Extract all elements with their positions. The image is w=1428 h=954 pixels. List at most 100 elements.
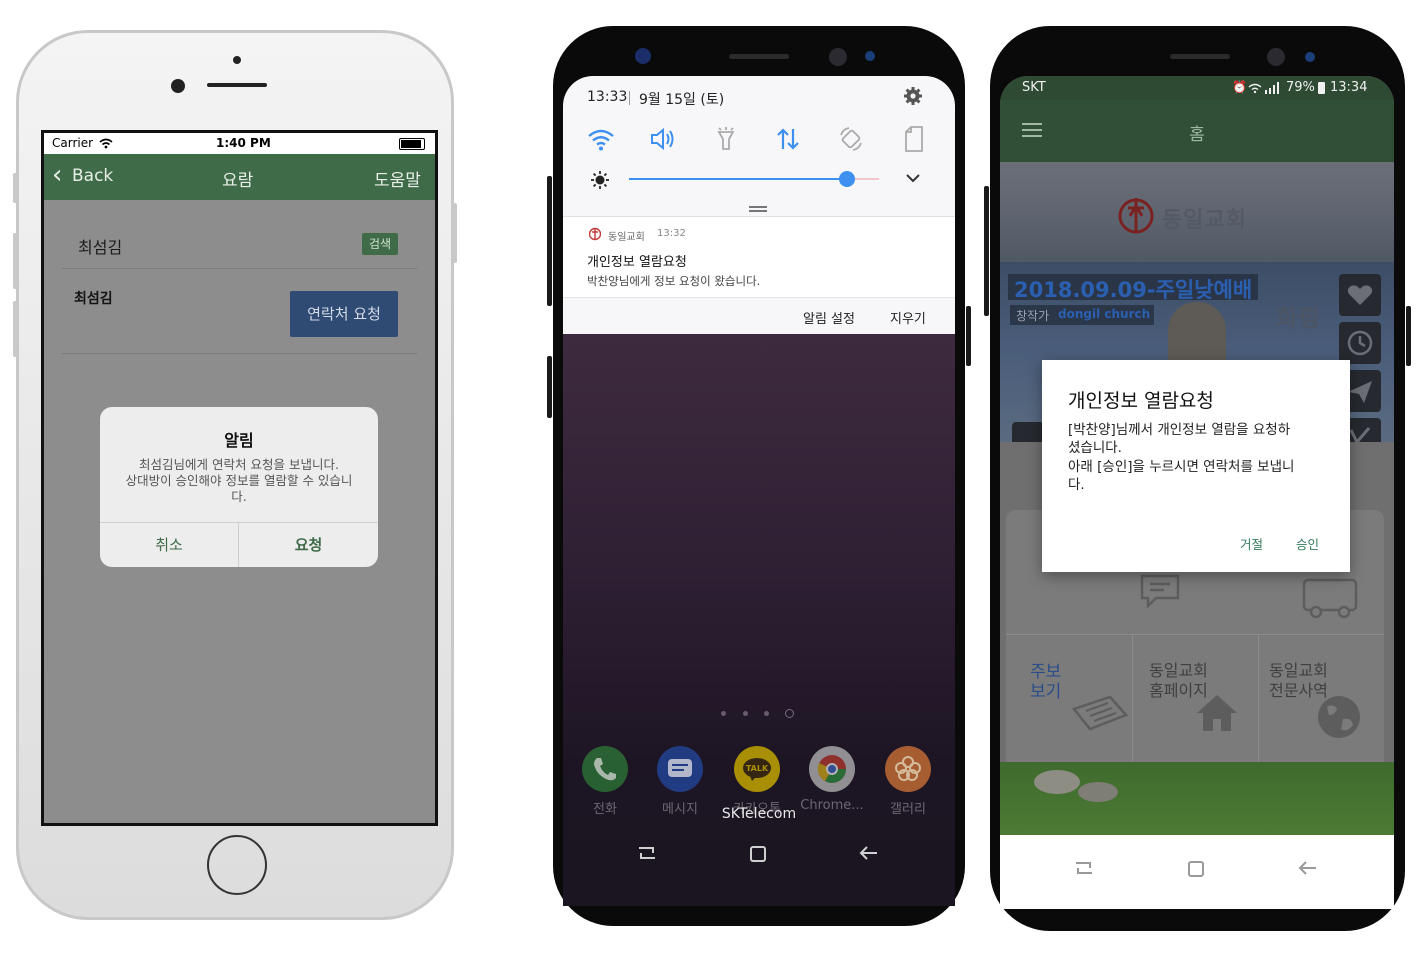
status-time: 13:33 — [587, 89, 628, 105]
volume-down-key — [13, 301, 17, 357]
proximity-sensor — [865, 51, 875, 61]
page-indicator-dot — [764, 711, 769, 716]
notification-body: 박찬양님에게 정보 요청이 왔습니다. — [587, 274, 761, 288]
signal-icon — [1248, 82, 1279, 94]
svg-text:TALK: TALK — [746, 764, 769, 773]
alert-dialog: 알림 최섬김님에게 연락처 요청을 보냅니다. 상대방이 승인해야 정보를 열람… — [100, 407, 378, 567]
page-indicator-dot — [721, 711, 726, 716]
chevron-down-icon[interactable] — [905, 172, 921, 184]
flashlight-toggle-icon[interactable] — [715, 126, 737, 152]
drag-handle[interactable] — [749, 206, 767, 208]
brightness-icon — [591, 171, 609, 189]
wifi-toggle-icon[interactable] — [587, 128, 615, 152]
header-title: 홈 — [1189, 125, 1205, 145]
privacy-request-dialog: 개인정보 열람요청 [박찬양]님께서 개인정보 열람을 요청하 셨습니다. 아래… — [1042, 360, 1350, 572]
auto-rotate-toggle-icon[interactable] — [837, 126, 865, 152]
home-wallpaper: TALK 전화 메시지 카카오톡 Chrome... 갤러리 SKTelecom — [563, 334, 955, 906]
sermon-subtitle: dongil church — [1058, 307, 1151, 321]
separator — [629, 91, 630, 105]
android-phone-frame: 13:33 9월 15일 (토) 동일교회 13:32 개인정보 열람요청 박찬… — [547, 26, 971, 926]
earpiece — [729, 54, 789, 59]
status-time: 13:34 — [1330, 80, 1368, 95]
recents-icon[interactable] — [637, 844, 657, 862]
chevron-left-icon[interactable]: ‹ — [52, 162, 62, 188]
drag-handle — [749, 210, 767, 212]
back-button[interactable]: Back — [72, 166, 113, 186]
globe-icon — [1318, 696, 1360, 738]
gear-icon[interactable] — [903, 86, 923, 106]
sheep — [1078, 782, 1118, 802]
android-screen: 13:33 9월 15일 (토) 동일교회 13:32 개인정보 열람요청 박찬… — [563, 76, 955, 906]
bixby-key — [547, 176, 552, 306]
search-button[interactable]: 검색 — [362, 233, 398, 255]
divider — [563, 297, 955, 298]
banner-side-word: 화평 — [1276, 304, 1321, 332]
church-logo-icon — [589, 227, 601, 241]
power-key — [966, 306, 971, 366]
mute-switch — [13, 173, 17, 203]
dialog-message-line: 셨습니다. — [1068, 440, 1122, 456]
church-banner: 동일교회 — [1000, 162, 1394, 262]
dialog-title: 개인정보 열람요청 — [1068, 390, 1214, 412]
power-key — [453, 203, 457, 263]
notification-title: 개인정보 열람요청 — [587, 255, 687, 270]
ministry-tile[interactable]: 동일교회 전문사역 — [1259, 635, 1384, 763]
back-icon[interactable] — [857, 844, 879, 862]
brightness-slider-thumb[interactable] — [838, 171, 855, 187]
brightness-slider[interactable] — [629, 171, 879, 187]
back-icon[interactable] — [1296, 859, 1318, 877]
brightness-slider-fill — [629, 178, 847, 180]
page-indicator-dot — [743, 711, 748, 716]
gallery-icon[interactable] — [885, 746, 931, 792]
power-key — [1406, 306, 1411, 366]
contact-request-button[interactable]: 연락처 요청 — [290, 291, 398, 337]
clock-icon[interactable] — [1339, 322, 1381, 364]
android-screen: SKT ⏰ 79% 13:34 홈 동일교회 2018.09.09-주일낮예배 — [1000, 76, 1394, 909]
search-name-input[interactable]: 최섬김 — [78, 234, 122, 258]
divider — [62, 353, 417, 354]
home-icon[interactable] — [748, 844, 768, 864]
homepage-tile[interactable]: 동일교회 홈페이지 — [1133, 635, 1258, 763]
result-name: 최섬김 — [74, 291, 113, 307]
earpiece — [207, 83, 267, 87]
front-camera — [171, 79, 185, 93]
bus-icon — [1302, 578, 1358, 619]
sermon-subtitle-prefix: 창작가 — [1016, 309, 1050, 323]
dock-label: 갤러리 — [890, 802, 926, 817]
dock-label: 메시지 — [662, 802, 698, 817]
church-name: 동일교회 — [1162, 208, 1247, 233]
carrier-label: SKTelecom — [721, 806, 797, 822]
alert-divider — [100, 522, 378, 523]
volume-key — [984, 186, 989, 316]
notification-card[interactable]: 동일교회 13:32 개인정보 열람요청 박찬양님에게 정보 요청이 왔습니다. — [563, 217, 955, 297]
alert-title: 알림 — [224, 431, 254, 450]
iphone-frame: Carrier 1:40 PM ‹ Back 요람 도움말 최섬김 검색 최섬김… — [13, 30, 457, 920]
home-button[interactable] — [207, 835, 267, 895]
bulletin-tile[interactable]: 주보 보기 — [1006, 635, 1132, 763]
dialog-message-line: 다. — [1068, 477, 1085, 493]
approve-button[interactable]: 승인 — [1296, 534, 1319, 553]
screen-toggle-icon[interactable] — [903, 126, 925, 152]
mobile-data-toggle-icon[interactable] — [775, 126, 801, 152]
page-indicator-dot-active — [785, 709, 794, 718]
nav-bar: ‹ Back 요람 도움말 — [44, 154, 435, 200]
wifi-icon — [99, 138, 113, 149]
recents-icon[interactable] — [1074, 859, 1094, 877]
sound-toggle-icon[interactable] — [649, 126, 677, 152]
notification-settings-button[interactable]: 알림 설정 — [803, 308, 855, 327]
house-icon — [1197, 695, 1237, 731]
iphone-screen: Carrier 1:40 PM ‹ Back 요람 도움말 최섬김 검색 최섬김… — [41, 130, 438, 826]
kakaotalk-icon[interactable]: TALK — [734, 746, 780, 792]
reject-button[interactable]: 거절 — [1240, 534, 1263, 553]
help-button[interactable]: 도움말 — [374, 166, 421, 191]
clear-button[interactable]: 지우기 — [890, 308, 926, 327]
chrome-icon[interactable] — [809, 746, 855, 792]
page-title: 요람 — [222, 171, 254, 191]
heart-icon[interactable] — [1339, 274, 1381, 316]
request-button[interactable]: 요청 — [239, 534, 378, 555]
phone-icon[interactable] — [582, 746, 628, 792]
cancel-button[interactable]: 취소 — [100, 534, 238, 555]
message-icon[interactable] — [657, 746, 703, 792]
home-icon[interactable] — [1186, 859, 1206, 879]
front-camera — [635, 48, 651, 64]
